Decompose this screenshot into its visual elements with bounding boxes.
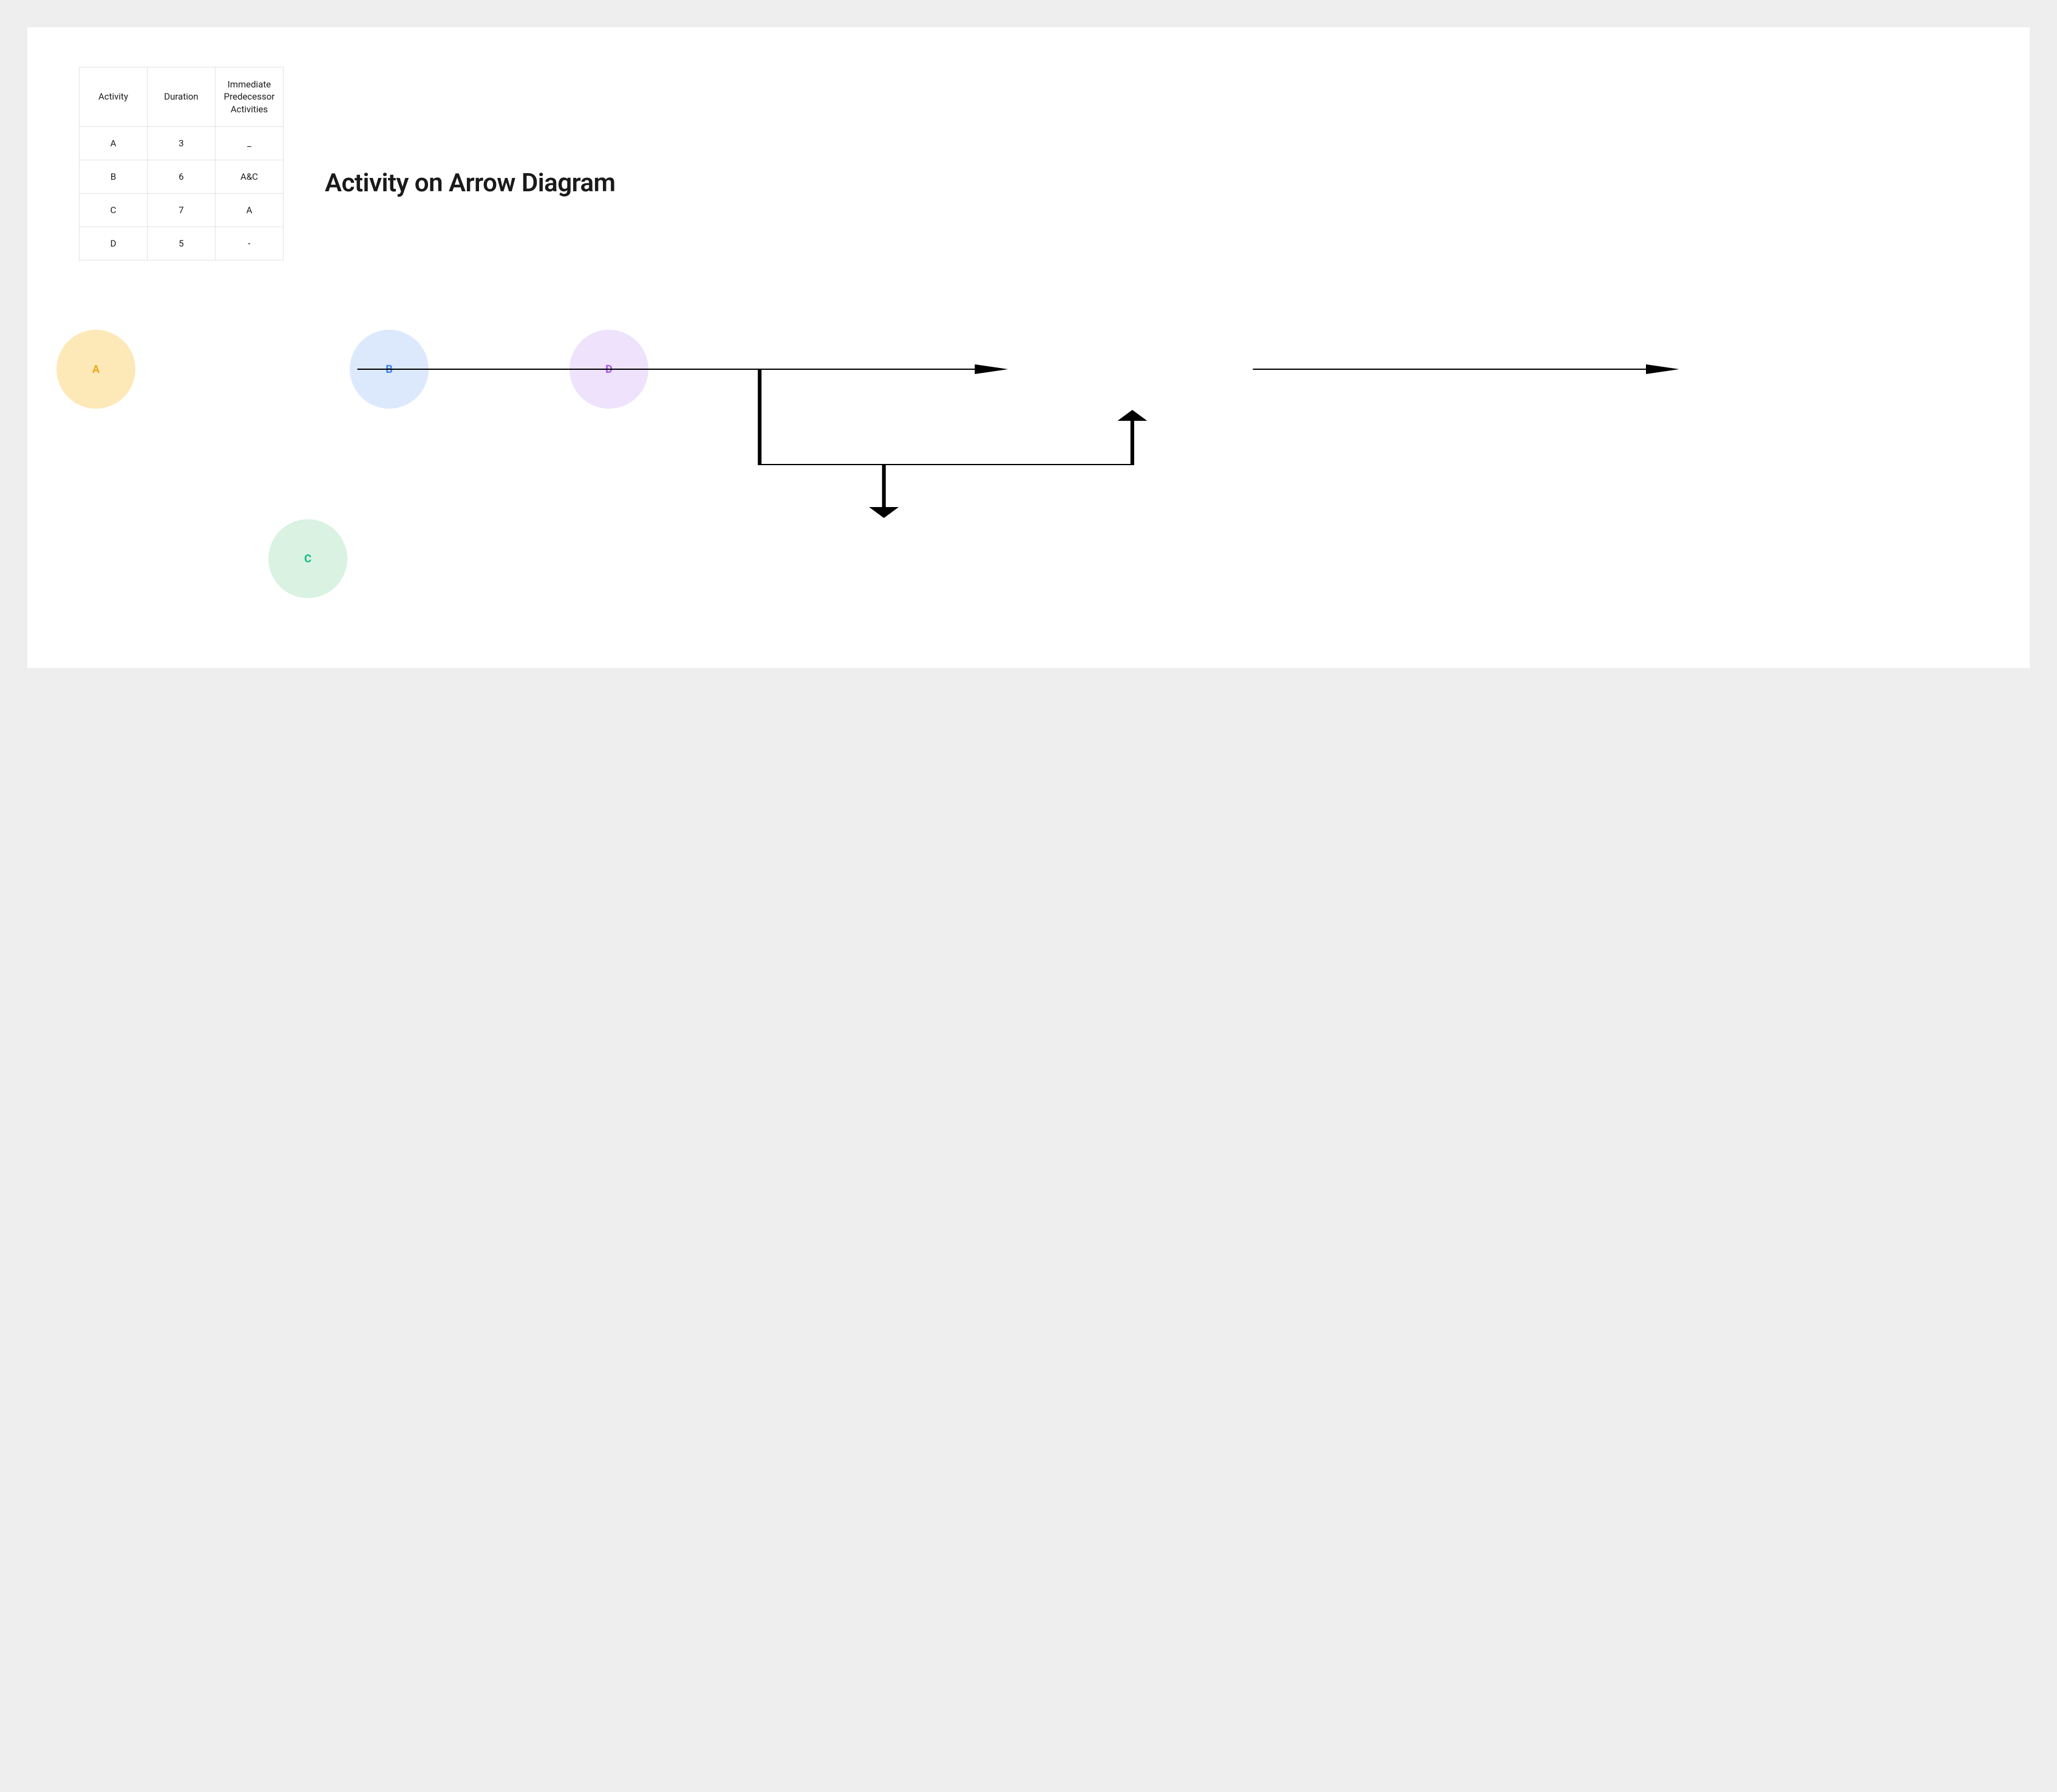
- header-duration: Duration: [148, 67, 216, 127]
- cell-predecessor: A: [216, 193, 284, 227]
- diagram-title: Activity on Arrow Diagram: [325, 168, 616, 198]
- table-row: D 5 -: [80, 227, 284, 260]
- cell-activity: A: [80, 126, 148, 160]
- edge-c-to-b: [884, 411, 1132, 465]
- activity-table: Activity Duration Immediate Predecessor …: [79, 67, 284, 261]
- diagram-canvas: Activity Duration Immediate Predecessor …: [27, 27, 2030, 668]
- cell-duration: 5: [148, 227, 216, 260]
- node-c-label: C: [304, 553, 311, 565]
- header-predecessor: Immediate Predecessor Activities: [216, 67, 284, 127]
- table-header-row: Activity Duration Immediate Predecessor …: [80, 67, 284, 127]
- node-b: B: [350, 330, 429, 409]
- cell-predecessor: -: [216, 227, 284, 260]
- node-d-label: D: [605, 363, 613, 376]
- table-row: C 7 A: [80, 193, 284, 227]
- table-row: A 3 _: [80, 126, 284, 160]
- node-d: D: [570, 330, 648, 409]
- table-row: B 6 A&C: [80, 160, 284, 193]
- node-b-label: B: [386, 363, 393, 376]
- node-a: A: [56, 330, 135, 409]
- cell-duration: 6: [148, 160, 216, 193]
- cell-predecessor: _: [216, 126, 284, 160]
- cell-duration: 3: [148, 126, 216, 160]
- node-a-label: A: [92, 363, 100, 376]
- cell-predecessor: A&C: [216, 160, 284, 193]
- cell-activity: B: [80, 160, 148, 193]
- cell-activity: C: [80, 193, 148, 227]
- node-c: C: [268, 519, 347, 598]
- header-activity: Activity: [80, 67, 148, 127]
- cell-activity: D: [80, 227, 148, 260]
- cell-duration: 7: [148, 193, 216, 227]
- edge-branch-to-c: [760, 369, 884, 517]
